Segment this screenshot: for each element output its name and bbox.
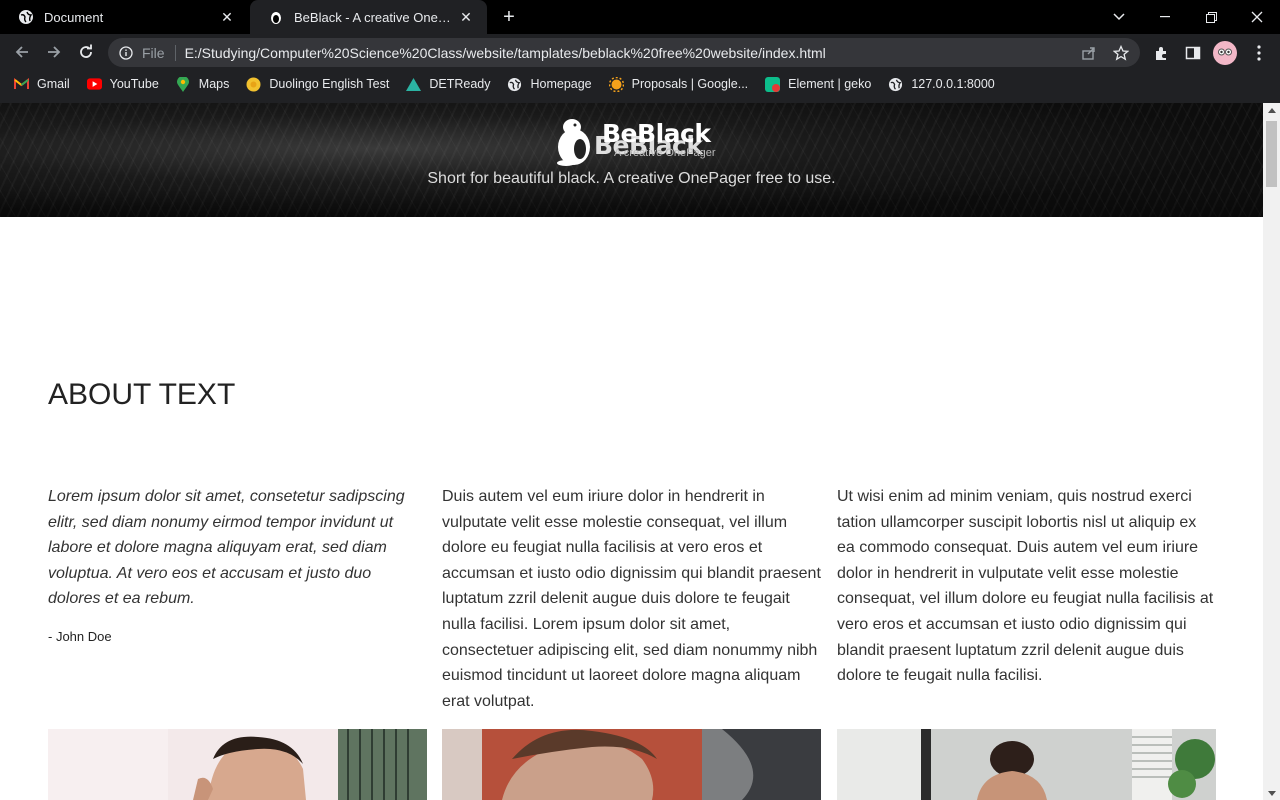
- globe-icon: [888, 77, 903, 92]
- bookmark-localhost[interactable]: 127.0.0.1:8000: [888, 77, 995, 92]
- brand-subtitle: A creative OnePager: [614, 147, 716, 159]
- minimize-icon[interactable]: [1142, 0, 1188, 34]
- bookmark-proposals[interactable]: Proposals | Google...: [608, 76, 749, 92]
- bookmark-homepage[interactable]: Homepage: [507, 77, 592, 92]
- beaver-logo-icon: [557, 119, 590, 166]
- close-window-icon[interactable]: [1234, 0, 1280, 34]
- beaver-favicon-icon: [268, 9, 284, 25]
- reload-icon[interactable]: [75, 41, 97, 63]
- scroll-down-icon[interactable]: [1263, 786, 1280, 800]
- url-text[interactable]: E:/Studying/Computer%20Science%20Class/w…: [185, 45, 826, 61]
- url-scheme: File: [142, 44, 165, 61]
- browser-toolbar: File E:/Studying/Computer%20Science%20Cl…: [0, 34, 1280, 70]
- scroll-up-icon[interactable]: [1263, 103, 1280, 117]
- bookmark-label: 127.0.0.1:8000: [911, 77, 995, 91]
- bookmark-star-icon[interactable]: [1111, 43, 1131, 63]
- hero-tagline: Short for beautiful black. A creative On…: [427, 170, 836, 187]
- bookmark-label: Proposals | Google...: [631, 77, 749, 91]
- forward-icon[interactable]: [43, 41, 65, 63]
- bookmark-maps[interactable]: Maps: [176, 76, 230, 92]
- tab-title: Document: [44, 9, 104, 25]
- site-logo[interactable]: BeBlack BeBlack A creative OnePager: [556, 117, 716, 169]
- back-icon[interactable]: [11, 41, 33, 63]
- address-bar[interactable]: File E:/Studying/Computer%20Science%20Cl…: [108, 38, 1140, 67]
- bookmark-element[interactable]: Element | geko: [765, 76, 872, 92]
- team-photo-3: [837, 729, 1216, 800]
- bookmark-label: Maps: [198, 77, 230, 91]
- about-column-3: Ut wisi enim ad minim veniam, quis nostr…: [837, 488, 1214, 685]
- bookmark-label: YouTube: [109, 77, 159, 91]
- tab-document[interactable]: Document ✕: [0, 0, 248, 34]
- hero-header: BeBlack BeBlack A creative OnePager Shor…: [0, 103, 1263, 217]
- bookmarks-bar: Gmail YouTube Maps Duolingo English Test…: [0, 70, 1280, 98]
- quote-author: - John Doe: [48, 629, 112, 644]
- page-scrollbar[interactable]: [1263, 103, 1280, 800]
- bookmark-label: Homepage: [530, 77, 592, 91]
- bookmark-label: Gmail: [37, 77, 70, 91]
- bookmark-detready[interactable]: DETReady: [406, 77, 490, 92]
- about-column-2: Duis autem vel eum iriure dolor in hendr…: [442, 488, 821, 710]
- info-icon[interactable]: [118, 45, 134, 61]
- profile-avatar[interactable]: [1213, 41, 1237, 65]
- menu-dots-icon[interactable]: [1247, 41, 1271, 65]
- hero-fade: [0, 189, 1263, 217]
- about-quote: Lorem ipsum dolor sit amet, consetetur s…: [48, 488, 405, 608]
- detready-icon: [406, 77, 422, 92]
- globe-icon: [18, 9, 34, 25]
- bookmark-label: DETReady: [429, 77, 491, 91]
- tab-strip: Document ✕ BeBlack - A creative OnePager…: [0, 0, 1280, 34]
- extensions-icon[interactable]: [1149, 41, 1173, 65]
- about-heading: ABOUT TEXT: [48, 378, 236, 411]
- bookmark-youtube[interactable]: YouTube: [86, 77, 159, 92]
- scrollbar-thumb[interactable]: [1266, 121, 1277, 187]
- tab-title: BeBlack - A creative OnePager free: [294, 9, 457, 25]
- gmail-icon: [14, 77, 29, 92]
- brand-name: BeBlack: [602, 119, 711, 148]
- team-photo-1: [48, 729, 427, 800]
- element-icon: [765, 76, 781, 92]
- bookmark-gmail[interactable]: Gmail: [14, 77, 70, 92]
- close-tab-icon[interactable]: ✕: [218, 8, 236, 26]
- close-tab-icon[interactable]: ✕: [457, 8, 475, 26]
- restore-icon[interactable]: [1188, 0, 1234, 34]
- divider: [174, 44, 176, 61]
- share-icon[interactable]: [1079, 43, 1099, 63]
- bookmark-duolingo[interactable]: Duolingo English Test: [246, 77, 389, 92]
- maps-icon: [176, 76, 191, 92]
- tab-beblack[interactable]: BeBlack - A creative OnePager free ✕: [250, 0, 487, 34]
- new-tab-button[interactable]: +: [498, 6, 520, 28]
- bookmark-label: Duolingo English Test: [269, 77, 390, 91]
- duolingo-icon: [246, 77, 261, 92]
- youtube-icon: [86, 77, 102, 92]
- side-panel-icon[interactable]: [1181, 41, 1205, 65]
- team-photo-2: [442, 729, 821, 800]
- bookmark-label: Element | geko: [788, 77, 872, 91]
- page-viewport: BeBlack BeBlack A creative OnePager Shor…: [0, 103, 1263, 800]
- proposals-icon: [608, 76, 624, 92]
- globe-icon: [507, 77, 522, 92]
- tab-search-icon[interactable]: [1096, 0, 1142, 34]
